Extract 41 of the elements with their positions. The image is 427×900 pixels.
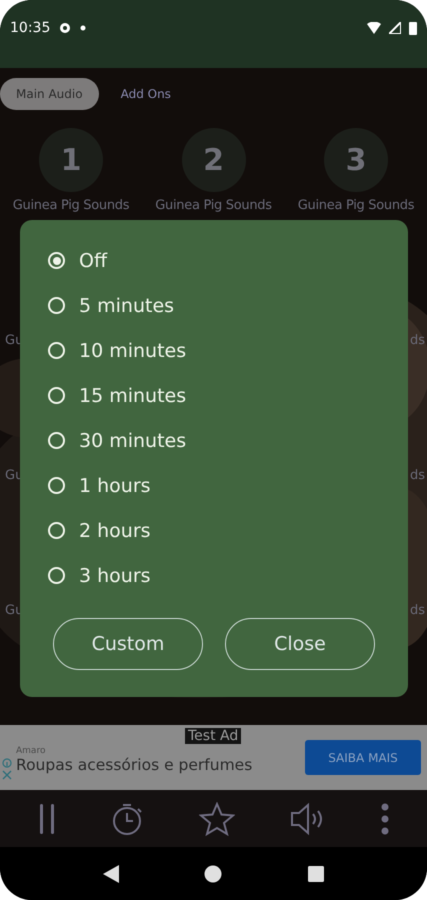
sound-label: ds	[410, 468, 425, 483]
ad-badge: Test Ad	[185, 728, 242, 744]
signal-icon	[389, 22, 401, 34]
radio-button[interactable]	[48, 297, 65, 314]
option-label: Off	[79, 250, 108, 272]
learn-more-button[interactable]: SAIBA MAIS	[305, 740, 421, 775]
option-label: 30 minutes	[79, 430, 186, 452]
radio-button[interactable]	[48, 567, 65, 584]
sound-label: Guinea Pig Sounds	[298, 198, 414, 213]
advertiser-name: Amaro	[16, 744, 46, 756]
radio-button[interactable]	[48, 477, 65, 494]
back-icon[interactable]	[102, 864, 119, 882]
option-label: 1 hours	[79, 474, 151, 496]
star-icon[interactable]	[199, 802, 236, 836]
status-time: 10:35	[10, 20, 50, 36]
sound-label: Guinea Pig Sounds	[155, 198, 272, 213]
radio-button[interactable]	[48, 522, 65, 539]
option-label: 2 hours	[79, 520, 151, 542]
more-icon[interactable]	[380, 802, 390, 836]
dialog-button[interactable]: Custom	[53, 618, 203, 670]
tab[interactable]: Main Audio	[0, 78, 99, 110]
sound-label: ds	[410, 603, 425, 618]
settings-icon	[58, 21, 72, 35]
option-label: 3 hours	[79, 564, 151, 586]
radio-button[interactable]	[48, 252, 65, 269]
recents-icon[interactable]	[308, 866, 324, 882]
dialog-button[interactable]: Close	[225, 618, 375, 670]
notification-dot-icon	[80, 25, 86, 31]
sound-label: Guinea Pig Sounds	[12, 198, 130, 213]
radio-button[interactable]	[48, 432, 65, 449]
option-label: 10 minutes	[79, 340, 186, 362]
tab[interactable]: Add Ons	[104, 78, 187, 110]
sound-label: ds	[410, 333, 425, 348]
home-icon[interactable]	[204, 864, 222, 882]
radio-button[interactable]	[48, 387, 65, 404]
wifi-icon	[367, 22, 381, 34]
radio-button[interactable]	[48, 342, 65, 359]
ad-headline: Roupas acessórios e perfumes	[16, 756, 254, 774]
option-label: 5 minutes	[79, 294, 174, 316]
battery-icon	[409, 21, 417, 35]
option-label: 15 minutes	[79, 384, 186, 406]
